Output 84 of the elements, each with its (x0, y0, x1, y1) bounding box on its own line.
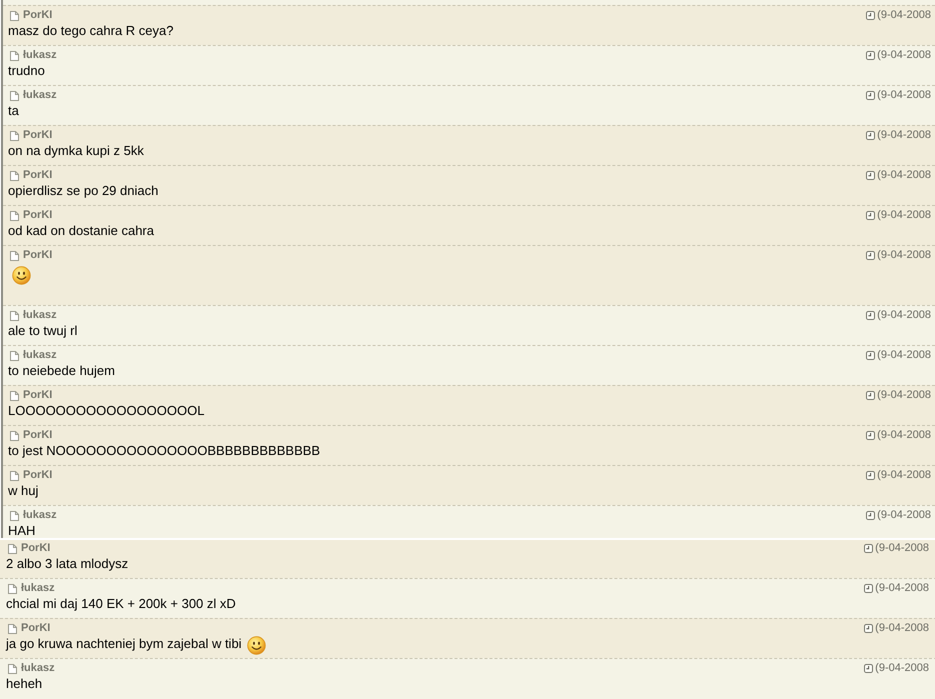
message-text: masz do tego cahra R ceya? (8, 24, 174, 38)
message-date: (9-04-2008 (877, 508, 931, 523)
document-icon (10, 170, 19, 180)
author-name: łukasz (21, 661, 55, 676)
author-name: PorKI (23, 388, 52, 403)
message-text: ja go kruwa nachteniej bym zajebal w tibi (6, 637, 242, 651)
clock-icon (866, 51, 876, 60)
author-name: PorKI (23, 8, 52, 23)
message-text: LOOOOOOOOOOOOOOOOOOL (8, 404, 204, 418)
author-name: PorKI (21, 541, 50, 556)
document-icon (10, 310, 19, 320)
document-icon (10, 470, 19, 480)
document-icon (8, 544, 17, 554)
message-text: ale to twuj rl (8, 324, 78, 338)
clock-icon (864, 544, 874, 553)
document-icon (10, 350, 19, 360)
document-icon (10, 130, 19, 140)
author-name: PorKI (23, 128, 52, 143)
clock-icon (866, 91, 876, 100)
message-date: (9-04-2008 (877, 248, 931, 263)
message-text: trudno (8, 64, 45, 78)
message-text: opierdlisz se po 29 dniach (8, 184, 158, 198)
clock-icon (866, 351, 876, 360)
author-name: łukasz (23, 48, 57, 63)
author-name: łukasz (23, 508, 57, 523)
document-icon (10, 10, 19, 20)
document-icon (10, 90, 19, 100)
message-date: (9-04-2008 (877, 468, 931, 483)
author-name: PorKI (23, 248, 52, 263)
document-icon (10, 210, 19, 220)
clock-icon (866, 11, 876, 20)
document-icon (10, 510, 19, 520)
message-text: w huj (8, 484, 38, 498)
message-text: heheh (6, 677, 42, 691)
message-date: (9-04-2008 (877, 208, 931, 223)
message-text: to jest NOOOOOOOOOOOOOOOBBBBBBBBBBBBB (8, 444, 320, 458)
clock-icon (864, 584, 874, 593)
message-text: to neiebede hujem (8, 364, 115, 378)
message-date: (9-04-2008 (877, 308, 931, 323)
clock-icon (866, 511, 876, 520)
message-date: (9-04-2008 (877, 128, 931, 143)
author-name: PorKI (23, 428, 52, 443)
message-date: (9-04-2008 (877, 8, 931, 23)
clock-icon (866, 211, 876, 220)
author-name: PorKI (23, 168, 52, 183)
clock-icon (866, 171, 876, 180)
message-date: (9-04-2008 (877, 48, 931, 63)
message-text: ta (8, 104, 19, 118)
message-text: chcial mi daj 140 EK + 200k + 300 zl xD (6, 597, 236, 611)
message-text: 2 albo 3 lata mlodysz (6, 557, 128, 571)
clock-icon (864, 624, 874, 633)
message-text: HAH (8, 524, 36, 538)
document-icon (10, 50, 19, 60)
author-name: łukasz (23, 88, 57, 103)
author-name: łukasz (23, 348, 57, 363)
message-text: od kad on dostanie cahra (8, 224, 154, 238)
message-date: (9-04-2008 (875, 621, 929, 636)
clock-icon (866, 131, 876, 140)
message-date: (9-04-2008 (877, 88, 931, 103)
document-icon (8, 664, 17, 674)
document-icon (8, 624, 17, 634)
clock-icon (866, 471, 876, 480)
message-date: (9-04-2008 (877, 428, 931, 443)
author-name: łukasz (23, 308, 57, 323)
message-date: (9-04-2008 (875, 661, 929, 676)
document-icon (10, 430, 19, 440)
document-icon (10, 250, 19, 260)
message-date: (9-04-2008 (875, 541, 929, 556)
message-date: (9-04-2008 (877, 348, 931, 363)
message-date: (9-04-2008 (877, 388, 931, 403)
clock-icon (866, 251, 876, 260)
clock-icon (866, 311, 876, 320)
message-text: on na dymka kupi z 5kk (8, 144, 144, 158)
author-name: PorKI (21, 621, 50, 636)
clock-icon (864, 664, 874, 673)
author-name: PorKI (23, 208, 52, 223)
message-date: (9-04-2008 (875, 581, 929, 596)
document-icon (8, 584, 17, 594)
message-date: (9-04-2008 (877, 168, 931, 183)
clock-icon (866, 391, 876, 400)
document-icon (10, 390, 19, 400)
author-name: PorKI (23, 468, 52, 483)
clock-icon (866, 431, 876, 440)
author-name: łukasz (21, 581, 55, 596)
